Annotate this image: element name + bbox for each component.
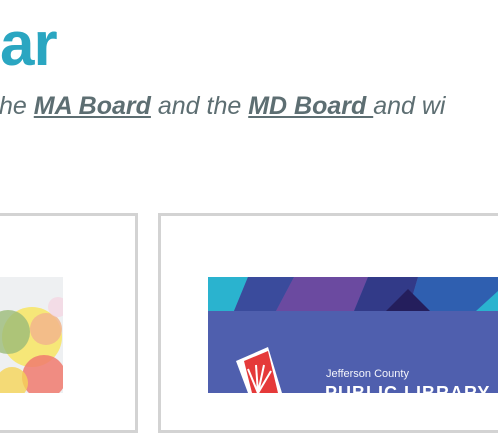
ma-board-link[interactable]: MA Board	[34, 92, 151, 120]
subtitle-middle: and the	[150, 92, 249, 120]
library-name-line2: PUBLIC LIBRARY	[325, 383, 491, 403]
md-board-link[interactable]: MD Board	[248, 92, 373, 120]
subtitle-suffix: and wi	[373, 92, 446, 120]
abstract-art-image	[0, 277, 63, 393]
left-card-image[interactable]	[0, 277, 63, 393]
library-name-line1: Jefferson County	[326, 368, 409, 380]
subtitle-prefix: he	[0, 92, 34, 120]
page-heading: ar	[0, 10, 58, 79]
subtitle-text: he MA Board and the MD Board and wi	[0, 94, 445, 119]
